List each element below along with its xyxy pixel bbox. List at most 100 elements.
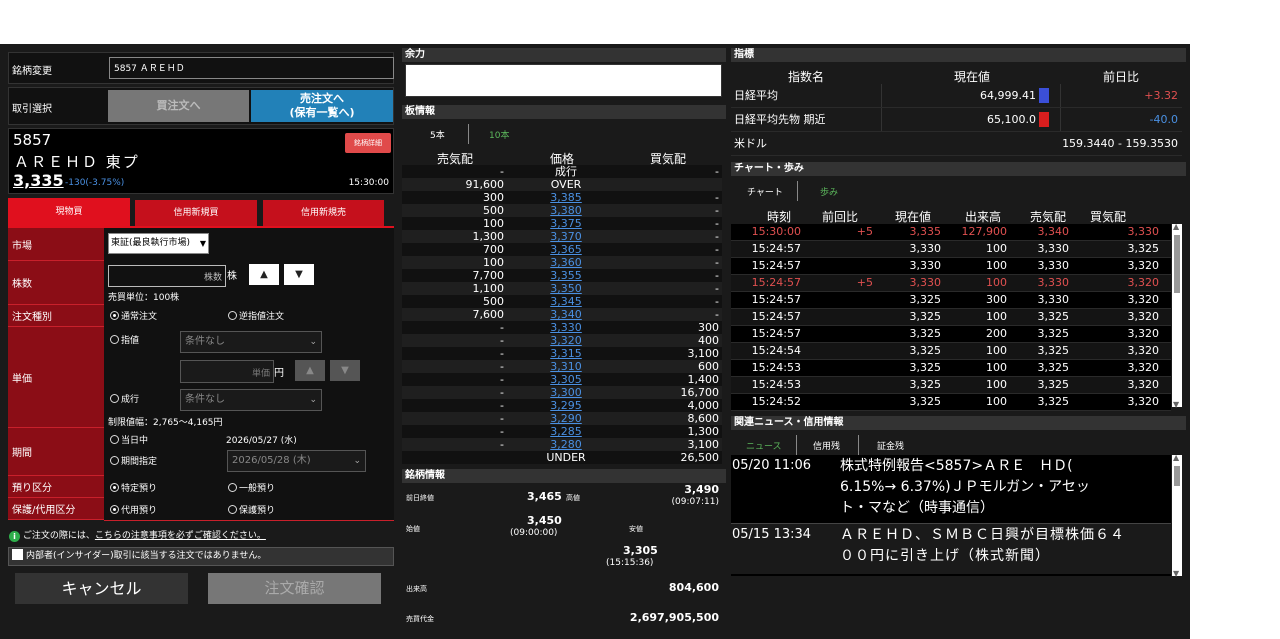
board-price[interactable]: 3,365 — [512, 243, 620, 256]
board-price[interactable]: 3,385 — [512, 191, 620, 204]
sell-order-button-sublabel: (保有一覧へ) — [289, 106, 355, 119]
tick-row: 15:24:57 +5 3,330 100 3,330 3,320 — [731, 275, 1171, 292]
limit-order-radio[interactable]: 指値 — [110, 333, 139, 346]
market-label: 市場 — [8, 228, 104, 261]
quantity-down-button[interactable]: ▼ — [284, 264, 314, 285]
quantity-up-button[interactable]: ▲ — [249, 264, 279, 285]
buy-order-button[interactable]: 買注文へ — [108, 90, 249, 122]
period-specify-radio[interactable]: 期間指定 — [110, 454, 157, 467]
quantity-unit: 株 — [227, 271, 237, 282]
board-price: 成行 — [555, 165, 577, 178]
tab-margin-buy[interactable]: 信用新規買 — [135, 200, 257, 226]
tick-row: 15:24:53 3,325 100 3,325 3,320 — [731, 377, 1171, 394]
tick-cell-bid: 3,320 — [1127, 276, 1160, 289]
tick-cell-volume: 100 — [986, 310, 1007, 323]
board-price[interactable]: 3,290 — [512, 412, 620, 425]
market-order-radio[interactable]: 成行 — [110, 392, 139, 405]
board-price[interactable]: 3,295 — [512, 399, 620, 412]
sell-order-button-label: 売注文へ — [300, 92, 344, 105]
index-title: 指標 — [734, 49, 754, 60]
board-price[interactable]: 3,375 — [512, 217, 620, 230]
volume-label: 出来高 — [406, 585, 427, 593]
board-sell-qty: 7,600 — [472, 308, 505, 321]
price-up-button[interactable]: ▲ — [295, 360, 325, 381]
tick-cell-time: 15:24:57 — [751, 276, 801, 289]
board-price[interactable]: 3,340 — [512, 308, 620, 321]
news-item[interactable]: 05/20 11:06 株式特例報告<5857>ＡＲＥ ＨＤ( 6.15%→ 6… — [731, 455, 1171, 524]
board-price[interactable]: 3,315 — [512, 347, 620, 360]
cancel-button[interactable]: キャンセル — [15, 573, 188, 604]
board-price[interactable]: 3,350 — [512, 282, 620, 295]
today-date: 2026/05/27 (水) — [226, 436, 297, 446]
order-type-normal-radio[interactable]: 通常注文 — [110, 309, 157, 322]
board-price[interactable]: 3,330 — [512, 321, 620, 334]
tab-chart[interactable]: チャート — [747, 185, 783, 198]
ticks-scroll-thumb[interactable] — [1174, 235, 1180, 293]
notice-link[interactable]: こちらの注意事項を必ずご確認ください。 — [95, 531, 266, 541]
high-value: 3,490 — [684, 483, 719, 496]
order-type-stop-radio[interactable]: 逆指値注文 — [228, 309, 284, 322]
period-today-radio[interactable]: 当日中 — [110, 433, 148, 446]
tab-cash-buy[interactable]: 現物買 — [8, 198, 130, 226]
board-buy-qty: 1,300 — [687, 425, 720, 438]
confirm-order-button[interactable]: 注文確認 — [208, 573, 381, 604]
index-row: 日経平均 64,999.41 +3.32 — [731, 84, 1182, 108]
tick-cell-ask: 3,325 — [1037, 361, 1070, 374]
tab-margin-balance[interactable]: 信用残 — [813, 439, 840, 452]
radio-on-icon — [110, 483, 119, 492]
collateral-label: 保護/代用区分 — [8, 498, 104, 520]
board-price[interactable]: 3,345 — [512, 295, 620, 308]
board-row: - 成行 - — [402, 165, 722, 178]
tick-cell-volume: 300 — [986, 293, 1007, 306]
tab-margin-sell[interactable]: 信用新規売 — [263, 200, 384, 226]
board-price[interactable]: 3,355 — [512, 269, 620, 282]
news-scroll-thumb[interactable] — [1174, 466, 1180, 486]
news-scrollbar[interactable]: ▲ ▼ — [1172, 453, 1182, 578]
board-tab-10[interactable]: 10本 — [489, 128, 509, 141]
period-date-select[interactable]: 2026/05/28 (木) ⌄ — [227, 450, 366, 472]
limit-condition-select[interactable]: 条件なし ⌄ — [180, 331, 322, 353]
insider-checkbox[interactable] — [12, 549, 23, 560]
collateral-protect-radio[interactable]: 保護預り — [228, 503, 275, 516]
board-price[interactable]: 3,280 — [512, 438, 620, 451]
deposit-general-radio[interactable]: 一般預り — [228, 481, 275, 494]
collateral-label-text: 保護/代用区分 — [12, 505, 76, 516]
stock-code: 5857 — [13, 131, 52, 149]
tick-header: 売気配 — [1029, 210, 1066, 224]
down-arrow-icon: ▼ — [295, 269, 303, 280]
board-price[interactable]: 3,310 — [512, 360, 620, 373]
board-price[interactable]: 3,300 — [512, 386, 620, 399]
market-select[interactable]: 東証(最良執行市場) ▼ — [108, 233, 209, 254]
down-arrow-icon: ▼ — [341, 365, 349, 376]
scroll-up-icon: ▲ — [1173, 453, 1180, 462]
board-price[interactable]: 3,320 — [512, 334, 620, 347]
price-input[interactable]: 単価 — [180, 360, 274, 383]
board-sell-qty: - — [500, 321, 504, 334]
board-price[interactable]: 3,305 — [512, 373, 620, 386]
board-price[interactable]: 3,360 — [512, 256, 620, 269]
board-price[interactable]: 3,370 — [512, 230, 620, 243]
sell-order-button[interactable]: 売注文へ (保有一覧へ) — [251, 90, 393, 122]
tick-cell-ask: 3,325 — [1037, 378, 1070, 391]
board-price[interactable]: 3,380 — [512, 204, 620, 217]
symbol-input[interactable]: 5857 ＡＲＥＨＤ — [109, 57, 394, 79]
board-buy-qty: 3,100 — [687, 347, 720, 360]
board-tab-5[interactable]: 5本 — [430, 128, 445, 141]
tab-ayumi[interactable]: 歩み — [820, 185, 838, 198]
price-down-button[interactable]: ▼ — [330, 360, 360, 381]
collateral-substitute-radio[interactable]: 代用預り — [110, 503, 157, 516]
tick-cell-price: 3,325 — [909, 395, 942, 408]
stock-detail-button[interactable]: 銘柄詳細 — [345, 133, 391, 153]
tab-securities-finance[interactable]: 証金残 — [877, 439, 904, 452]
ticks-scrollbar[interactable]: ▲ ▼ — [1172, 222, 1182, 409]
news-item[interactable]: 05/15 13:34 ＡＲＥＨＤ、ＳＭＢＣ日興が目標株価６４ ００円に引き上げ… — [731, 524, 1171, 574]
news-tab-divider-1 — [796, 435, 797, 455]
market-condition-select[interactable]: 条件なし ⌄ — [180, 389, 322, 411]
board-row: 1,300 3,370 - — [402, 230, 722, 243]
deposit-specific-radio[interactable]: 特定預り — [110, 481, 157, 494]
board-buy-qty: - — [715, 230, 719, 243]
quantity-input[interactable]: 株数 — [108, 265, 226, 287]
board-price[interactable]: 3,285 — [512, 425, 620, 438]
turnover-value: 2,697,905,500 — [629, 611, 719, 624]
tab-news[interactable]: ニュース — [746, 439, 782, 452]
